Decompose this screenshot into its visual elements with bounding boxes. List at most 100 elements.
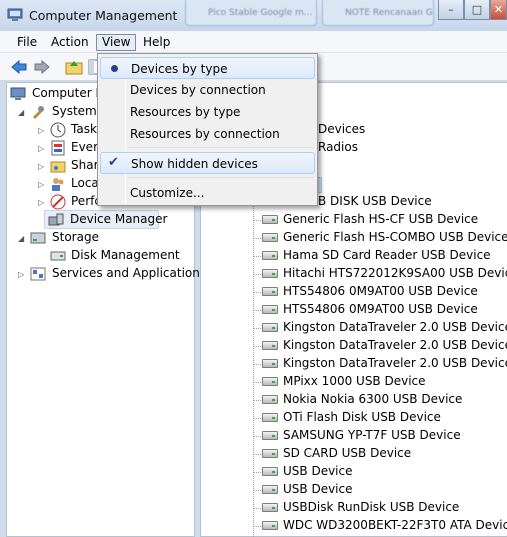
disk-drive-icon	[262, 431, 278, 440]
device-label: Kingston DataTraveler 2.0 USB Device	[283, 356, 507, 370]
device-manager-icon	[48, 213, 64, 226]
menu-separator	[128, 177, 313, 178]
disk-drive-icon	[262, 251, 278, 260]
menu-file[interactable]: File	[11, 34, 43, 51]
menu-item-label: Resources by type	[130, 105, 241, 119]
performance-icon	[50, 194, 66, 210]
tree-label-disk-management: Disk Management	[71, 248, 180, 262]
forward-arrow-icon[interactable]	[32, 57, 52, 77]
tree-guide-branch	[253, 508, 261, 509]
background-window-tab-1[interactable]: Pico Stable Google m...	[185, 0, 317, 26]
tree-guide-branch	[253, 382, 261, 383]
background-window-tab-2[interactable]: NOTE Rencanaan Gi...	[322, 0, 434, 26]
device-label: HTS54806 0M9AT00 USB Device	[283, 302, 478, 316]
menu-item-resources-by-connection[interactable]: Resources by connection	[100, 123, 315, 145]
disk-management-icon	[50, 251, 66, 261]
collapse-arrow-icon[interactable]: ◢	[18, 234, 27, 243]
tree-guide-branch	[253, 238, 261, 239]
view-menu-dropdown: Devices by type Devices by connection Re…	[97, 53, 318, 206]
device-label: Hama SD Card Reader USB Device	[283, 248, 491, 262]
tools-icon	[33, 106, 44, 119]
disk-drive-icon	[262, 503, 278, 512]
tree-label-event: Ever	[71, 140, 98, 154]
menu-view[interactable]: View	[96, 34, 137, 51]
menu-item-label: Resources by connection	[130, 127, 280, 141]
disk-drive-icon	[262, 359, 278, 368]
tree-guide-branch	[253, 454, 261, 455]
services-icon	[30, 267, 46, 281]
menu-action[interactable]: Action	[45, 34, 95, 51]
device-label: SAMSUNG YP-T7F USB Device	[283, 428, 461, 442]
tree-guide-branch	[253, 310, 261, 311]
tree-guide-branch	[253, 490, 261, 491]
back-arrow-icon[interactable]	[9, 57, 29, 77]
tree-label-services: Services and Applications	[52, 266, 207, 280]
menu-item-devices-by-connection[interactable]: Devices by connection	[100, 79, 315, 101]
tree-label-root: Computer M	[32, 86, 106, 100]
device-label: Kingston DataTraveler 2.0 USB Device	[283, 338, 507, 352]
tree-guide-branch	[253, 292, 261, 293]
category-label-devices[interactable]: Devices	[318, 122, 365, 136]
disk-drive-icon	[262, 413, 278, 422]
up-folder-icon[interactable]	[64, 57, 84, 77]
device-label: Generic Flash HS-COMBO USB Device	[283, 230, 507, 244]
menu-item-customize[interactable]: Customize...	[100, 182, 315, 204]
expand-arrow-icon[interactable]: ▷	[38, 180, 47, 189]
tree-guide-branch	[253, 346, 261, 347]
disk-drive-icon	[262, 449, 278, 458]
device-label: MPixx 1000 USB Device	[283, 374, 426, 388]
collapse-arrow-icon[interactable]: ◢	[18, 108, 27, 117]
tree-label-storage: Storage	[52, 230, 99, 244]
tree-guide-branch	[253, 400, 261, 401]
computer-icon	[10, 87, 26, 100]
disk-drive-icon	[262, 341, 278, 350]
tree-guide-branch	[253, 328, 261, 329]
expand-arrow-icon[interactable]: ▷	[38, 162, 47, 171]
users-icon	[52, 178, 64, 191]
expand-arrow-icon[interactable]: ▷	[38, 198, 47, 207]
minimize-button[interactable]: –	[438, 0, 464, 20]
menu-item-label: Devices by type	[131, 62, 228, 76]
device-label: USB Device	[283, 482, 353, 496]
tree-guide-branch	[253, 526, 261, 527]
clock-icon	[50, 122, 66, 138]
menu-item-label: Show hidden devices	[131, 157, 258, 171]
device-label: USBDisk RunDisk USB Device	[283, 500, 460, 514]
menu-item-show-hidden-devices[interactable]: ✔ Show hidden devices	[100, 152, 315, 174]
disk-drive-icon	[262, 521, 278, 530]
disk-drive-icon	[262, 377, 278, 386]
disk-drive-icon	[262, 215, 278, 224]
window-title: Computer Management	[29, 8, 178, 23]
shared-folder-icon	[50, 161, 66, 173]
menu-item-resources-by-type[interactable]: Resources by type	[100, 101, 315, 123]
disk-drive-icon	[262, 287, 278, 296]
menu-item-label: Devices by connection	[130, 83, 266, 97]
computer-management-icon	[7, 8, 23, 21]
menu-item-devices-by-type[interactable]: Devices by type	[100, 57, 315, 79]
expand-arrow-icon[interactable]: ▷	[38, 144, 47, 153]
expand-arrow-icon[interactable]: ▷	[38, 126, 47, 135]
tree-guide-branch	[253, 256, 261, 257]
disk-drive-icon	[262, 485, 278, 494]
tree-label-shared: Shar	[71, 158, 99, 172]
device-label: USB Device	[283, 464, 353, 478]
device-label: Hitachi HTS722012K9SA00 USB Device	[283, 266, 507, 280]
maximize-button[interactable]: □	[464, 0, 490, 20]
disk-drive-icon	[262, 395, 278, 404]
category-label-radios[interactable]: Radios	[318, 140, 358, 154]
menu-bar: File Action View Help	[0, 31, 507, 53]
tree-label-task: Task	[71, 122, 97, 136]
title-bar[interactable]: Computer Management Pico Stable Google m…	[0, 0, 507, 32]
tree-item-device-manager[interactable]: Device Manager	[44, 210, 167, 229]
device-label: WDC WD3200BEKT-22F3T0 ATA Device	[283, 518, 507, 532]
tree-label-local: Loca	[71, 176, 99, 190]
disk-drive-icon	[262, 305, 278, 314]
close-button[interactable]: ✕	[490, 0, 507, 20]
tree-guide-branch	[253, 274, 261, 275]
storage-icon	[30, 232, 46, 244]
menu-help[interactable]: Help	[137, 34, 176, 51]
disk-drive-icon	[262, 323, 278, 332]
expand-arrow-icon[interactable]: ▷	[18, 270, 27, 279]
tree-guide-branch	[253, 220, 261, 221]
menu-item-label: Customize...	[130, 186, 205, 200]
